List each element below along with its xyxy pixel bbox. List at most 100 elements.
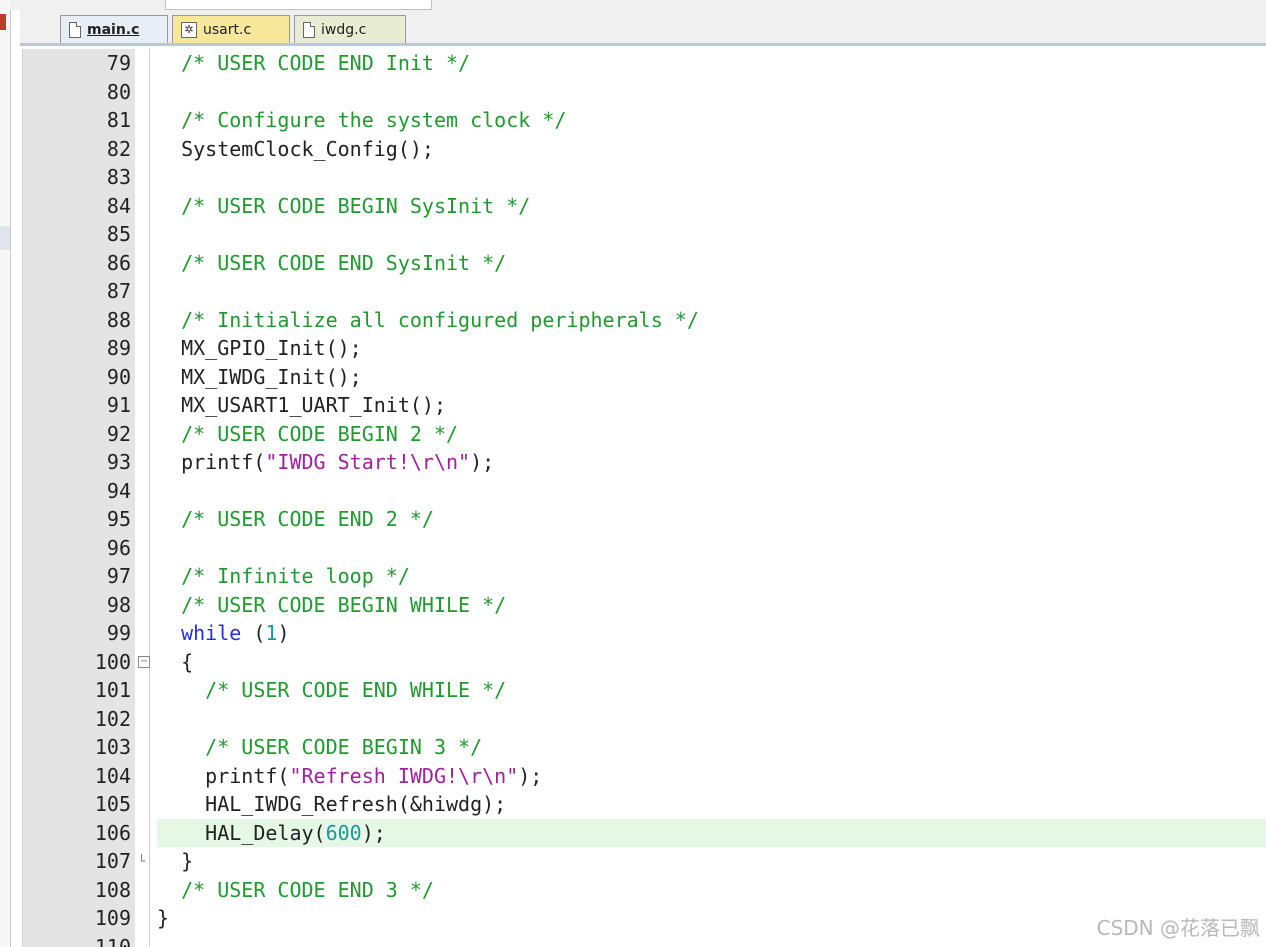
code-editor[interactable]: 79 /* USER CODE END Init */80 81 /* Confi… <box>22 49 1266 947</box>
code-token-number: 1 <box>265 621 278 645</box>
tab-iwdg-c[interactable]: iwdg.c <box>294 15 406 43</box>
toolbar-strip <box>10 0 1266 10</box>
code-line[interactable]: 96 <box>23 534 1266 563</box>
code-line[interactable]: 82 SystemClock_Config(); <box>23 135 1266 164</box>
line-number: 89 <box>106 336 131 360</box>
code-token-comment: /* USER CODE BEGIN 2 */ <box>181 421 459 446</box>
tab-main-c[interactable]: main.c <box>60 15 168 43</box>
fold-collapse-icon[interactable]: − <box>138 655 150 668</box>
code-line[interactable]: 79 /* USER CODE END Init */ <box>23 49 1266 78</box>
code-token-comment: /* USER CODE END WHILE */ <box>205 678 507 702</box>
code-line[interactable]: 97 /* Infinite loop */ <box>23 562 1266 591</box>
line-number: 82 <box>106 136 131 161</box>
line-number: 102 <box>94 706 131 731</box>
code-line[interactable]: 99 while (1) <box>23 619 1266 648</box>
code-text: /* USER CODE END Init */ <box>157 49 1266 78</box>
code-line[interactable]: 90 MX_IWDG_Init(); <box>23 363 1266 392</box>
code-line[interactable]: 88 /* Initialize all configured peripher… <box>23 306 1266 335</box>
code-text: HAL_Delay(600); <box>157 818 1266 847</box>
code-token-plain: SystemClock_Config(); <box>157 136 434 161</box>
code-token-comment: /* Infinite loop */ <box>181 564 410 588</box>
code-line[interactable]: 104 printf("Refresh IWDG!\r\n"); <box>23 762 1266 791</box>
line-number: 79 <box>106 51 131 75</box>
line-number: 99 <box>106 621 131 645</box>
code-token-comment: /* USER CODE END 2 */ <box>181 507 434 531</box>
tab-usart-c[interactable]: ✲ usart.c <box>172 15 290 43</box>
line-number: 106 <box>94 820 131 845</box>
code-token-plain: ); <box>518 763 543 788</box>
code-text: /* USER CODE BEGIN SysInit */ <box>157 192 1266 221</box>
code-line[interactable]: 98 /* USER CODE BEGIN WHILE */ <box>23 591 1266 620</box>
code-token-comment: /* USER CODE BEGIN SysInit */ <box>181 193 531 218</box>
code-line[interactable]: 95 /* USER CODE END 2 */ <box>23 505 1266 534</box>
line-number: 96 <box>106 535 131 560</box>
line-number: 91 <box>106 393 131 417</box>
code-text: HAL_IWDG_Refresh(&hiwdg); <box>157 790 1266 819</box>
tab-bar-underline <box>20 43 1266 46</box>
line-number: 93 <box>106 450 131 474</box>
code-line[interactable]: 102 <box>23 705 1266 734</box>
code-text: /* USER CODE END 3 */ <box>157 876 1266 905</box>
code-line[interactable]: 84 /* USER CODE BEGIN SysInit */ <box>23 192 1266 221</box>
code-text: /* USER CODE END WHILE */ <box>157 676 1266 705</box>
code-token-plain: MX_IWDG_Init(); <box>157 364 362 389</box>
line-number: 98 <box>106 592 131 617</box>
code-token-plain: MX_GPIO_Init(); <box>157 336 362 360</box>
code-line[interactable]: 106 HAL_Delay(600); <box>23 818 1266 847</box>
line-number: 104 <box>94 763 131 788</box>
code-line[interactable]: 91 MX_USART1_UART_Init(); <box>23 391 1266 420</box>
line-number: 81 <box>106 108 131 132</box>
code-line[interactable]: 86 /* USER CODE END SysInit */ <box>23 249 1266 278</box>
toolbar-combo[interactable] <box>165 0 432 10</box>
code-line[interactable]: 81 /* Configure the system clock */ <box>23 106 1266 135</box>
code-token-plain: ) <box>277 621 290 645</box>
tab-label: iwdg.c <box>321 21 367 38</box>
code-text: /* Initialize all configured peripherals… <box>157 306 1266 335</box>
code-line[interactable]: 109} <box>23 904 1266 933</box>
code-line[interactable]: 92 /* USER CODE BEGIN 2 */ <box>23 420 1266 449</box>
code-line[interactable]: 101 /* USER CODE END WHILE */ <box>23 676 1266 705</box>
code-line[interactable]: 100− { <box>23 648 1266 677</box>
code-line[interactable]: 87 <box>23 277 1266 306</box>
line-number: 110 <box>94 934 131 947</box>
code-line[interactable]: 94 <box>23 477 1266 506</box>
code-token-comment: /* USER CODE BEGIN 3 */ <box>205 735 483 759</box>
selected-tree-item[interactable] <box>0 226 10 250</box>
code-token-plain: } <box>157 849 194 873</box>
code-line[interactable]: 105 HAL_IWDG_Refresh(&hiwdg); <box>23 790 1266 819</box>
code-token-plain: ); <box>470 450 495 474</box>
code-line[interactable]: 83 <box>23 163 1266 192</box>
code-line[interactable]: 103 /* USER CODE BEGIN 3 */ <box>23 733 1266 762</box>
code-text: /* USER CODE BEGIN 3 */ <box>157 733 1266 762</box>
code-line[interactable]: 80 <box>23 78 1266 107</box>
line-number: 97 <box>106 564 131 588</box>
code-text: printf("IWDG Start!\r\n"); <box>157 448 1266 477</box>
code-token-comment: /* USER CODE END 3 */ <box>181 877 434 902</box>
code-line[interactable]: 110 <box>23 933 1266 947</box>
line-number: 87 <box>106 279 131 303</box>
code-line[interactable]: 93 printf("IWDG Start!\r\n"); <box>23 448 1266 477</box>
code-text: SystemClock_Config(); <box>157 135 1266 164</box>
line-number: 85 <box>106 222 131 246</box>
line-number: 95 <box>106 507 131 531</box>
code-line[interactable]: 85 <box>23 220 1266 249</box>
code-line[interactable]: 108 /* USER CODE END 3 */ <box>23 876 1266 905</box>
code-text: printf("Refresh IWDG!\r\n"); <box>157 762 1266 791</box>
code-token-plain: HAL_Delay( <box>157 820 326 845</box>
code-line[interactable]: 89 MX_GPIO_Init(); <box>23 334 1266 363</box>
code-token-plain: printf( <box>157 450 266 474</box>
code-token-plain: printf( <box>157 763 290 788</box>
code-token-string: "IWDG Start!\r\n" <box>265 450 471 474</box>
code-line[interactable]: 107 └ } <box>23 847 1266 876</box>
code-token-comment: /* Configure the system clock */ <box>181 108 567 132</box>
